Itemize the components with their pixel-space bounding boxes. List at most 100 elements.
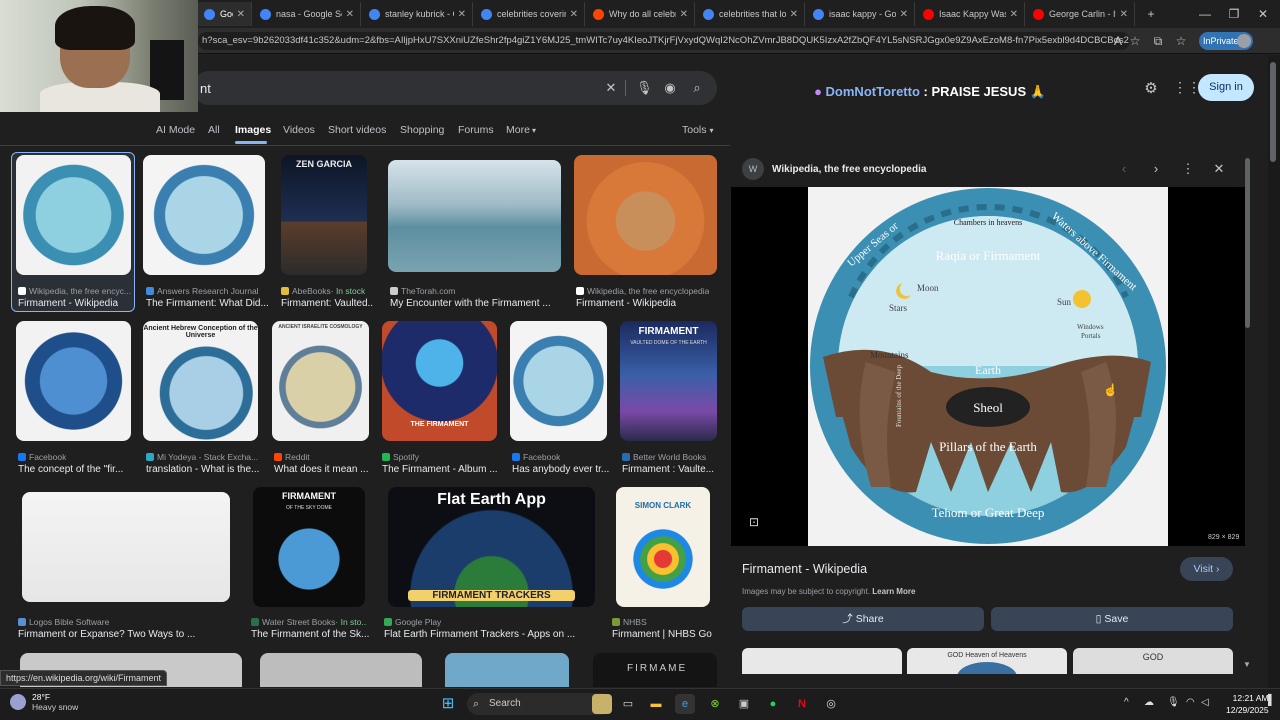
result-title[interactable]: Firmament: Vaulted... [281,298,373,309]
file-explorer-icon[interactable]: ▬ [646,694,666,714]
filter-tab-shopping[interactable]: Shopping [400,124,444,136]
result-thumbnail[interactable]: FIRMAMENT VAULTED DOME OF THE EARTH [620,321,717,441]
filter-tab-short-videos[interactable]: Short videos [328,124,386,136]
result-title[interactable]: The Firmament - Album ... [382,464,498,475]
result-title[interactable]: translation - What is the... [146,464,259,475]
volume-icon[interactable]: ◁ [1201,697,1209,708]
result-title[interactable]: The Firmament: What Did... [146,298,269,309]
filter-tab-forums[interactable]: Forums [458,124,494,136]
lens-icon[interactable]: ⊡ [746,515,762,531]
result-source[interactable]: Mi Yodeya - Stack Excha... [146,452,258,462]
related-image-1[interactable] [742,648,902,674]
url-field[interactable]: h?sca_esv=9b262033df41c352&udm=2&fbs=AIl… [198,32,1130,50]
tray-overflow-icon[interactable]: ^ [1124,697,1129,708]
tab-close-icon[interactable]: ✕ [237,9,245,20]
tab-close-icon[interactable]: ✕ [1120,9,1128,20]
obs-icon[interactable]: ◎ [821,694,841,714]
result-title[interactable]: The Firmament of the Sk... [251,629,369,640]
result-title[interactable]: My Encounter with the Firmament ... [390,298,551,309]
windows-start-icon[interactable]: ⊞ [438,694,458,714]
favorite-star-icon[interactable]: ☆ [1127,33,1143,49]
result-title[interactable]: Flat Earth Firmament Trackers - Apps on … [384,629,575,640]
minimize-button[interactable]: — [1197,6,1213,22]
voice-search-icon[interactable]: 🎙 [636,80,653,96]
result-thumbnail[interactable] [22,492,230,602]
related-image-3[interactable]: GOD [1073,648,1233,674]
tab-close-icon[interactable]: ✕ [680,9,688,20]
xbox-icon[interactable]: ⊗ [705,694,725,714]
result-source[interactable]: NHBS [612,617,647,627]
tools-button[interactable]: Tools ▾ [682,124,713,136]
notification-icon[interactable]: ▌ [1268,695,1275,706]
tab-close-icon[interactable]: ✕ [570,9,578,20]
browser-tab[interactable]: celebrities covering ✕ [475,2,585,26]
settings-gear-icon[interactable]: ⚙ [1142,79,1160,97]
netflix-icon[interactable]: N [792,694,812,714]
panel-scroll-down-icon[interactable]: ▼ [1243,660,1251,669]
result-thumbnail[interactable]: ZEN GARCIA [281,155,367,275]
result-thumbnail[interactable]: FIRMAMENT OF THE SKY DOME [253,487,365,607]
task-view-icon[interactable]: ▭ [618,694,638,714]
result-thumbnail[interactable] [574,155,717,275]
result-source[interactable]: Wikipedia, the free encyclopedia [576,286,709,296]
preview-site-name[interactable]: Wikipedia, the free encyclopedia [772,164,926,175]
spotify-icon[interactable]: ● [763,694,783,714]
result-thumbnail[interactable]: THE FIRMAMENT [382,321,497,441]
result-source[interactable]: Answers Research Journal [146,286,259,296]
result-source[interactable]: TheTorah.com [390,286,455,296]
taskbar-search[interactable]: ⌕ Search [467,693,611,715]
browser-tab[interactable]: George Carlin - It's A ✕ [1027,2,1135,26]
result-thumbnail[interactable]: Ancient Hebrew Conception of the Univers… [143,321,258,441]
microphone-icon[interactable]: 🎙 [1167,697,1180,708]
result-title[interactable]: Firmament - Wikipedia [18,298,118,309]
browser-tab[interactable]: nasa - Google Search ✕ [254,2,361,26]
result-title[interactable]: Firmament or Expanse? Two Ways to ... [18,629,195,640]
result-thumbnail[interactable] [143,155,265,275]
result-source[interactable]: Water Street Books · In sto... [251,617,367,627]
result-thumbnail[interactable] [510,321,607,441]
result-source[interactable]: Logos Bible Software [18,617,109,627]
result-source[interactable]: Google Play [384,617,441,627]
page-scrollbar-thumb[interactable] [1270,62,1276,162]
search-query[interactable]: nt [200,81,211,96]
result-title[interactable]: Has anybody ever tr... [512,464,609,475]
lens-search-icon[interactable]: ◉ [662,80,678,96]
result-source[interactable]: Reddit [274,452,310,462]
store-icon[interactable]: ▣ [734,694,754,714]
favorites-icon[interactable]: ☆ [1173,33,1189,49]
browser-tab[interactable]: Why do all celebritie ✕ [587,2,695,26]
related-image-2[interactable]: GOD Heaven of Heavens [907,648,1067,674]
clear-search-icon[interactable]: ✕ [603,80,619,96]
tab-close-icon[interactable]: ✕ [900,9,908,20]
prev-image-icon[interactable]: ‹ [1116,161,1132,177]
new-tab-button[interactable]: + [1143,6,1159,22]
filter-tab-all[interactable]: All [208,124,220,136]
tab-close-icon[interactable]: ✕ [458,9,466,20]
edge-browser-icon[interactable]: e [675,694,695,714]
browser-tab[interactable]: Google ✕ [198,2,252,26]
result-thumbnail[interactable] [16,321,131,441]
result-thumbnail[interactable] [260,653,422,687]
browser-tab[interactable]: stanley kubrick - Go ✕ [363,2,473,26]
result-title[interactable]: What does it mean ... [274,464,369,475]
maximize-button[interactable]: ❐ [1226,6,1242,22]
browser-tab[interactable]: isaac kappy - Google ✕ [807,2,915,26]
weather-widget[interactable]: 28°F Heavy snow [10,692,78,712]
result-source[interactable]: Spotify [382,452,419,462]
save-button[interactable]: ▯ Save [991,607,1233,631]
panel-scrollbar[interactable] [1245,158,1250,328]
result-thumbnail[interactable] [388,160,561,272]
tab-close-icon[interactable]: ✕ [346,9,354,20]
filter-tab-more[interactable]: More [506,124,530,136]
close-window-button[interactable]: ✕ [1255,6,1271,22]
result-thumbnail[interactable] [445,653,569,687]
result-thumbnail[interactable]: SIMON CLARK [616,487,710,607]
result-thumbnail[interactable]: Flat Earth App FIRMAMENT TRACKERS [388,487,595,607]
preview-title[interactable]: Firmament - Wikipedia [742,562,867,576]
next-image-icon[interactable]: › [1148,161,1164,177]
preview-image[interactable]: Chambers in heavens Upper Seas or Waters… [731,187,1245,546]
learn-more-link[interactable]: Learn More [872,587,915,596]
share-button[interactable]: ⤴ Share [742,607,984,631]
google-apps-icon[interactable]: ⋮⋮ [1173,79,1201,97]
browser-tab[interactable]: Isaac Kappy Was RIG ✕ [917,2,1025,26]
